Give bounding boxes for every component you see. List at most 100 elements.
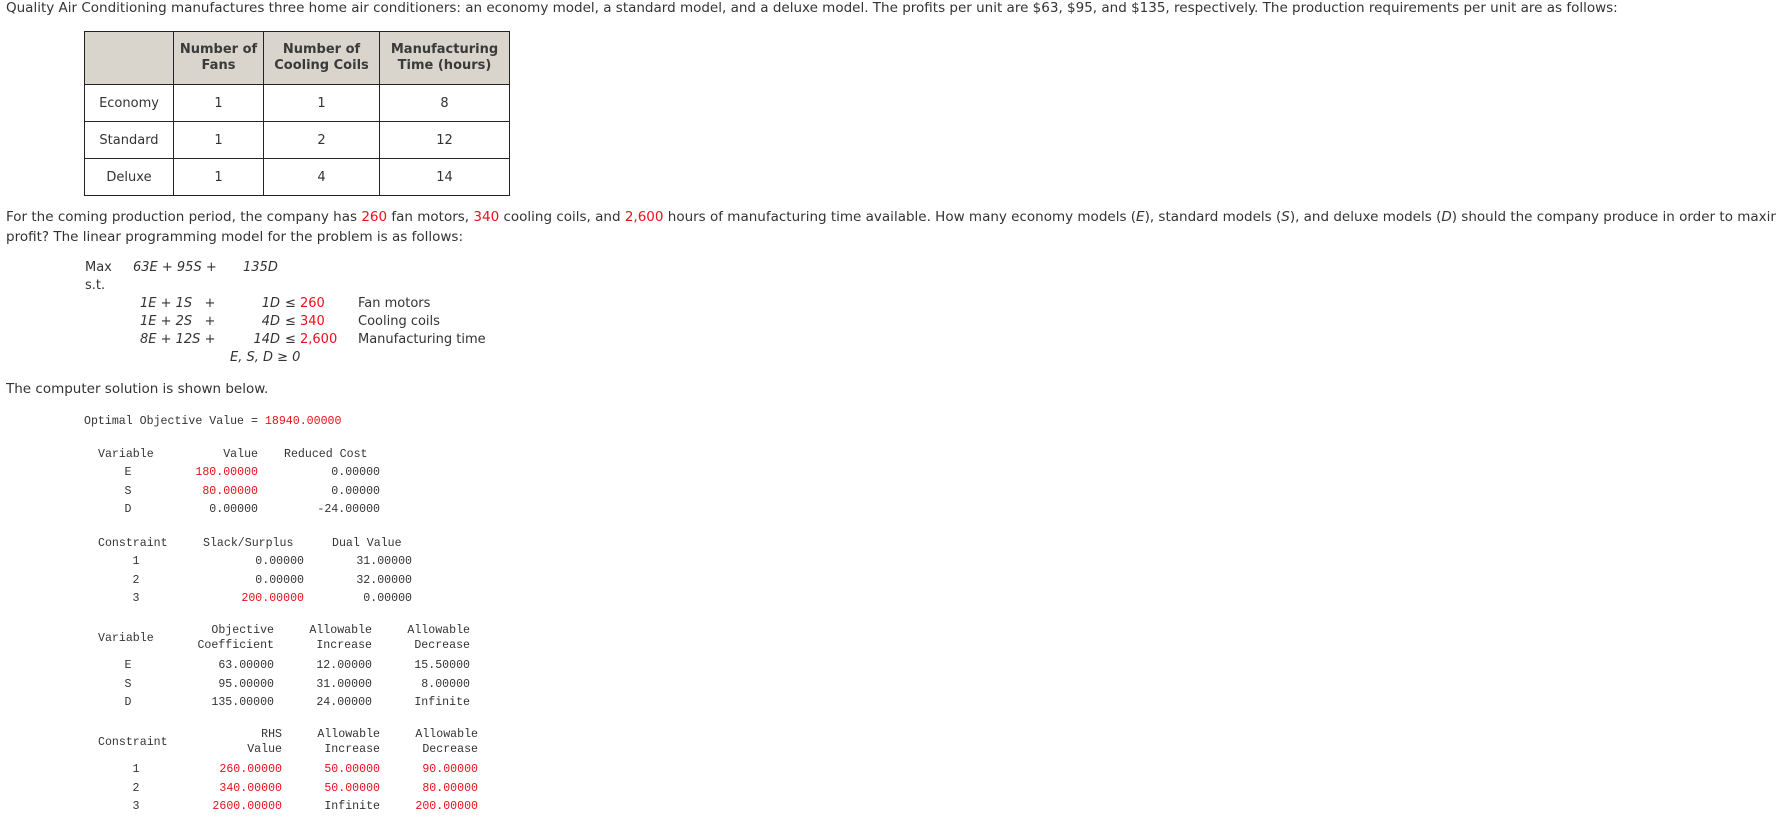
header-coils-line2: Cooling Coils [274,58,369,73]
dual-header: Dual Value [332,537,402,550]
objective-line: Optimal Objective Value = 18940.00000 [84,415,341,428]
variable-reduced-cost: 0.00000 [331,484,380,498]
constraint-rhs: 260 [300,296,325,311]
text: hours of manufacturing time available. H… [663,209,1137,225]
obj-ranging-variable-header: Variable [98,632,154,645]
constraint-name: Fan motors [358,296,431,311]
obj-coef-header-2: Coefficient [197,639,274,652]
header-fans: Number of Fans [173,31,264,85]
objective-value: 18940.00000 [264,415,342,428]
row-coils: 2 [263,121,380,159]
rhs-constraint: 2 [132,781,140,795]
constraint-name: Cooling coils [358,314,440,329]
constraint-op: ≤ [285,332,296,347]
constraint-lhs: 1E + 1S + [140,296,216,311]
row-hours: 8 [379,84,510,122]
rhs-header-2: Value [247,743,282,756]
obj-coefficient: 95.00000 [218,677,274,691]
obj-coefficient: 63.00000 [218,659,274,672]
constraint-dual: 31.00000 [356,555,412,568]
constraint-d: 4D [261,314,280,329]
slack-header: Slack/Surplus [203,537,294,550]
header-time: Manufacturing Time (hours) [379,31,510,85]
table-row: Standard 1 2 12 [84,121,510,159]
constraint-d: 14D [253,332,280,347]
row-fans: 1 [173,121,264,159]
constraint-d: 1D [261,296,280,311]
variable-header: Variable [98,448,154,461]
problem-paragraph: For the coming production period, the co… [6,208,1776,247]
constraint-name: 2 [132,573,140,587]
obj-allowable-increase: 31.00000 [316,677,372,691]
constraint-op: ≤ [285,314,296,329]
obj-dec-header-1: Allowable [407,624,470,637]
rhs-allowable-increase: Infinite [324,800,380,813]
var-d: D [1441,209,1452,225]
row-model: Economy [84,84,174,122]
reduced-cost-header: Reduced Cost [284,448,368,461]
variable-name: D [124,503,132,516]
constraint-name: 3 [132,592,140,605]
row-fans: 1 [173,158,264,196]
paragraph-line1: For the coming production period, the co… [6,208,1776,228]
objective-left: 63E + 95S + [133,260,217,275]
row-hours: 12 [379,121,510,159]
header-fans-line2: Fans [201,58,236,73]
row-coils: 1 [263,84,380,122]
constraint-header: Constraint [98,537,168,550]
objective-label: Optimal Objective Value = [84,415,265,428]
text: For the coming production period, the co… [6,209,362,225]
header-blank [84,31,174,85]
rhs-inc-header-1: Allowable [317,728,380,741]
rhs-value: 260.00000 [219,763,282,776]
hours-value: 2,600 [624,209,664,225]
rhs-inc-header-2: Increase [324,743,380,756]
rhs-constraint: 1 [132,763,140,776]
objective-right: 135D [243,260,278,275]
variable-value: 80.00000 [202,484,258,498]
obj-dec-header-2: Decrease [414,639,470,652]
constraint-lhs: 8E + 12S + [140,332,216,347]
row-model: Deluxe [84,158,174,196]
header-fans-line1: Number of [179,42,258,57]
rhs-allowable-increase: 50.00000 [324,763,380,776]
text: ), and deluxe models ( [1289,209,1442,225]
header-time-line2: Time (hours) [397,58,492,73]
obj-allowable-decrease: 8.00000 [421,677,470,691]
obj-coefficient: 135.00000 [211,696,274,709]
rhs-allowable-decrease: 90.00000 [422,763,478,776]
header-coils: Number of Cooling Coils [263,31,380,85]
variable-name: E [124,466,132,479]
rhs-allowable-decrease: 200.00000 [415,800,478,813]
intro-text: Quality Air Conditioning manufactures th… [6,0,1618,16]
text: cooling coils, and [499,209,625,225]
obj-ranging-variable: D [124,696,132,709]
rhs-dec-header-2: Decrease [422,743,478,756]
rhs-ranging-constraint-header: Constraint [98,736,168,749]
rhs-value: 340.00000 [219,781,282,795]
constraint-name: Manufacturing time [358,332,486,347]
value-header: Value [223,448,258,461]
requirements-table: Number of Fans Number of Cooling Coils Man… [84,31,510,196]
paragraph-line2: profit? The linear programming model for… [6,228,464,245]
obj-allowable-increase: 24.00000 [316,696,372,709]
table-row: Deluxe 1 4 14 [84,158,510,196]
solution-intro: The computer solution is shown below. [6,381,269,397]
obj-ranging-variable: E [124,659,132,672]
constraint-rhs: 340 [300,314,325,329]
constraint-slack: 0.00000 [255,573,304,587]
text: fan motors, [387,209,474,225]
constraint-slack: 0.00000 [255,555,304,568]
var-s: S [1281,209,1290,225]
obj-allowable-increase: 12.00000 [316,659,372,672]
rhs-constraint: 3 [132,800,140,813]
constraint-slack: 200.00000 [241,592,304,605]
st-label: s.t. [85,278,106,293]
obj-allowable-decrease: Infinite [414,696,470,709]
row-model: Standard [84,121,174,159]
header-coils-line1: Number of [282,42,361,57]
max-label: Max [85,260,112,275]
variable-value: 0.00000 [209,503,258,516]
header-time-line1: Manufacturing [390,42,499,57]
constraint-rhs: 2,600 [300,332,338,347]
